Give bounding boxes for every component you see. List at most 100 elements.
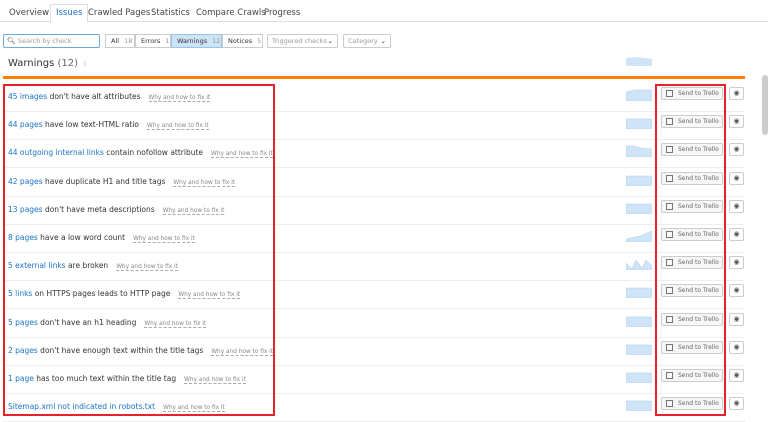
- trend-sparkline: [626, 118, 652, 130]
- send-to-trello-button[interactable]: Send to Trello: [661, 87, 723, 100]
- issue-link[interactable]: 5 pages: [8, 318, 38, 327]
- send-to-trello-button[interactable]: Send to Trello: [661, 284, 723, 298]
- issue-description: has too much text within the title tag: [33, 374, 177, 383]
- why-fix-link[interactable]: Why and how to fix it: [163, 405, 225, 413]
- search-placeholder: Search by check: [18, 37, 72, 45]
- filter-notices[interactable]: Notices 5: [222, 34, 263, 48]
- send-to-trello-button[interactable]: Send to Trello: [661, 171, 723, 185]
- info-icon[interactable]: i: [84, 60, 86, 68]
- section-divider: [3, 76, 745, 79]
- why-fix-link[interactable]: Why and how to fix it: [133, 236, 195, 243]
- trello-icon: [666, 90, 673, 97]
- eye-icon[interactable]: ◉: [729, 397, 744, 411]
- eye-icon[interactable]: ◉: [729, 256, 744, 270]
- tab-statistics[interactable]: Statistics: [146, 5, 195, 22]
- issue-link[interactable]: 8 pages: [8, 233, 38, 242]
- filter-label: Warnings: [177, 37, 208, 45]
- trend-sparkline: [626, 288, 652, 299]
- send-to-trello-button[interactable]: Send to Trello: [661, 397, 723, 411]
- issue-link[interactable]: 44 outgoing internal links: [8, 148, 104, 157]
- tab-bar: Overview Issues Crawled Pages Statistics…: [0, 0, 768, 23]
- trend-sparkline: [626, 259, 652, 271]
- issue-link[interactable]: 13 pages: [8, 205, 43, 214]
- trello-icon: [666, 146, 673, 154]
- issue-description: don't have meta descriptions: [42, 204, 155, 214]
- button-label: Send to Trello: [678, 259, 719, 267]
- issue-link[interactable]: 45 images: [8, 92, 47, 101]
- why-fix-link[interactable]: Why and how to fix it: [148, 95, 211, 102]
- eye-icon[interactable]: ◉: [729, 143, 744, 157]
- tab-progress[interactable]: Progress: [259, 5, 305, 22]
- eye-icon[interactable]: ◉: [729, 87, 744, 100]
- why-fix-link[interactable]: Why and how to fix it: [173, 179, 236, 187]
- trello-icon: [666, 343, 673, 351]
- why-fix-link[interactable]: Why and how to fix it: [162, 207, 225, 215]
- send-to-trello-button[interactable]: Send to Trello: [661, 340, 723, 354]
- trello-icon: [666, 202, 673, 210]
- eye-icon[interactable]: ◉: [729, 284, 744, 298]
- why-fix-link[interactable]: Why and how to fix it: [178, 292, 241, 300]
- send-to-trello-button[interactable]: Send to Trello: [661, 369, 723, 382]
- send-to-trello-button[interactable]: Send to Trello: [661, 228, 723, 241]
- eye-icon[interactable]: ◉: [729, 340, 744, 354]
- dropdown-label: Triggered checks: [272, 37, 327, 45]
- filter-count: 1: [165, 37, 170, 45]
- why-fix-link[interactable]: Why and how to fix it: [147, 123, 209, 131]
- trello-icon: [666, 287, 673, 295]
- issue-description: have duplicate H1 and title tags: [42, 176, 166, 186]
- category-dropdown[interactable]: Category ⌄: [343, 34, 391, 48]
- table-row: 5 pages don't have an h1 heading Why and …: [3, 310, 745, 338]
- issue-link[interactable]: 5 external links: [8, 261, 66, 270]
- sparkline-header: [626, 57, 652, 66]
- issue-link[interactable]: 5 links: [8, 289, 32, 298]
- filter-warnings[interactable]: Warnings 12: [171, 34, 222, 48]
- why-fix-link[interactable]: Why and how to fix it: [184, 377, 246, 384]
- table-row: 13 pages don't have meta descriptions Why…: [3, 197, 745, 225]
- eye-icon[interactable]: ◉: [729, 199, 744, 213]
- eye-icon[interactable]: ◉: [729, 369, 744, 382]
- trello-icon: [666, 118, 673, 126]
- trend-sparkline: [626, 372, 652, 383]
- trend-sparkline: [626, 89, 652, 101]
- table-row: 1 page has too much text within the titl…: [3, 366, 745, 394]
- issue-link[interactable]: 44 pages: [8, 120, 43, 129]
- button-label: Send to Trello: [678, 174, 719, 182]
- table-row: 5 external links are broken Why and how t…: [3, 253, 745, 282]
- chevron-down-icon: ⌄: [380, 37, 386, 45]
- why-fix-link[interactable]: Why and how to fix it: [116, 264, 178, 272]
- issue-link[interactable]: 42 pages: [8, 177, 43, 186]
- trend-sparkline: [626, 203, 652, 214]
- send-to-trello-button[interactable]: Send to Trello: [661, 312, 723, 326]
- send-to-trello-button[interactable]: Send to Trello: [661, 143, 723, 157]
- issue-link[interactable]: Sitemap.xml not indicated in robots.txt: [8, 402, 155, 411]
- issue-text: 13 pages don't have meta descriptions Why…: [8, 204, 225, 215]
- trend-sparkline: [626, 316, 652, 327]
- issue-description: have a low word count: [37, 233, 126, 242]
- tab-crawled-pages[interactable]: Crawled Pages: [83, 5, 155, 22]
- table-row: 8 pages have a low word count Why and how…: [3, 225, 745, 253]
- why-fix-link[interactable]: Why and how to fix it: [211, 151, 273, 159]
- scrollbar[interactable]: [762, 75, 768, 135]
- filter-all[interactable]: All 18: [105, 34, 135, 48]
- triggered-checks-dropdown[interactable]: Triggered checks ⌄: [267, 34, 338, 48]
- issue-text: 45 images don't have alt attributes Why a…: [8, 92, 211, 102]
- tab-overview[interactable]: Overview: [4, 5, 54, 22]
- issue-link[interactable]: 1 page: [8, 374, 34, 383]
- search-input[interactable]: 🔍︎ Search by check: [3, 34, 100, 48]
- issue-text: 8 pages have a low word count Why and how…: [8, 233, 195, 243]
- eye-icon[interactable]: ◉: [729, 115, 744, 129]
- button-label: Send to Trello: [678, 202, 719, 210]
- send-to-trello-button[interactable]: Send to Trello: [661, 256, 723, 270]
- send-to-trello-button[interactable]: Send to Trello: [661, 199, 723, 213]
- issue-link[interactable]: 2 pages: [8, 346, 38, 355]
- eye-icon[interactable]: ◉: [729, 171, 744, 185]
- table-row: 2 pages don't have enough text within th…: [3, 338, 745, 366]
- eye-icon[interactable]: ◉: [729, 228, 744, 241]
- send-to-trello-button[interactable]: Send to Trello: [661, 115, 723, 129]
- why-fix-link[interactable]: Why and how to fix it: [144, 320, 207, 328]
- eye-icon[interactable]: ◉: [729, 312, 744, 326]
- trend-sparkline: [626, 175, 652, 186]
- filter-errors[interactable]: Errors 1: [135, 34, 171, 48]
- why-fix-link[interactable]: Why and how to fix it: [211, 348, 274, 356]
- trend-sparkline: [626, 146, 652, 158]
